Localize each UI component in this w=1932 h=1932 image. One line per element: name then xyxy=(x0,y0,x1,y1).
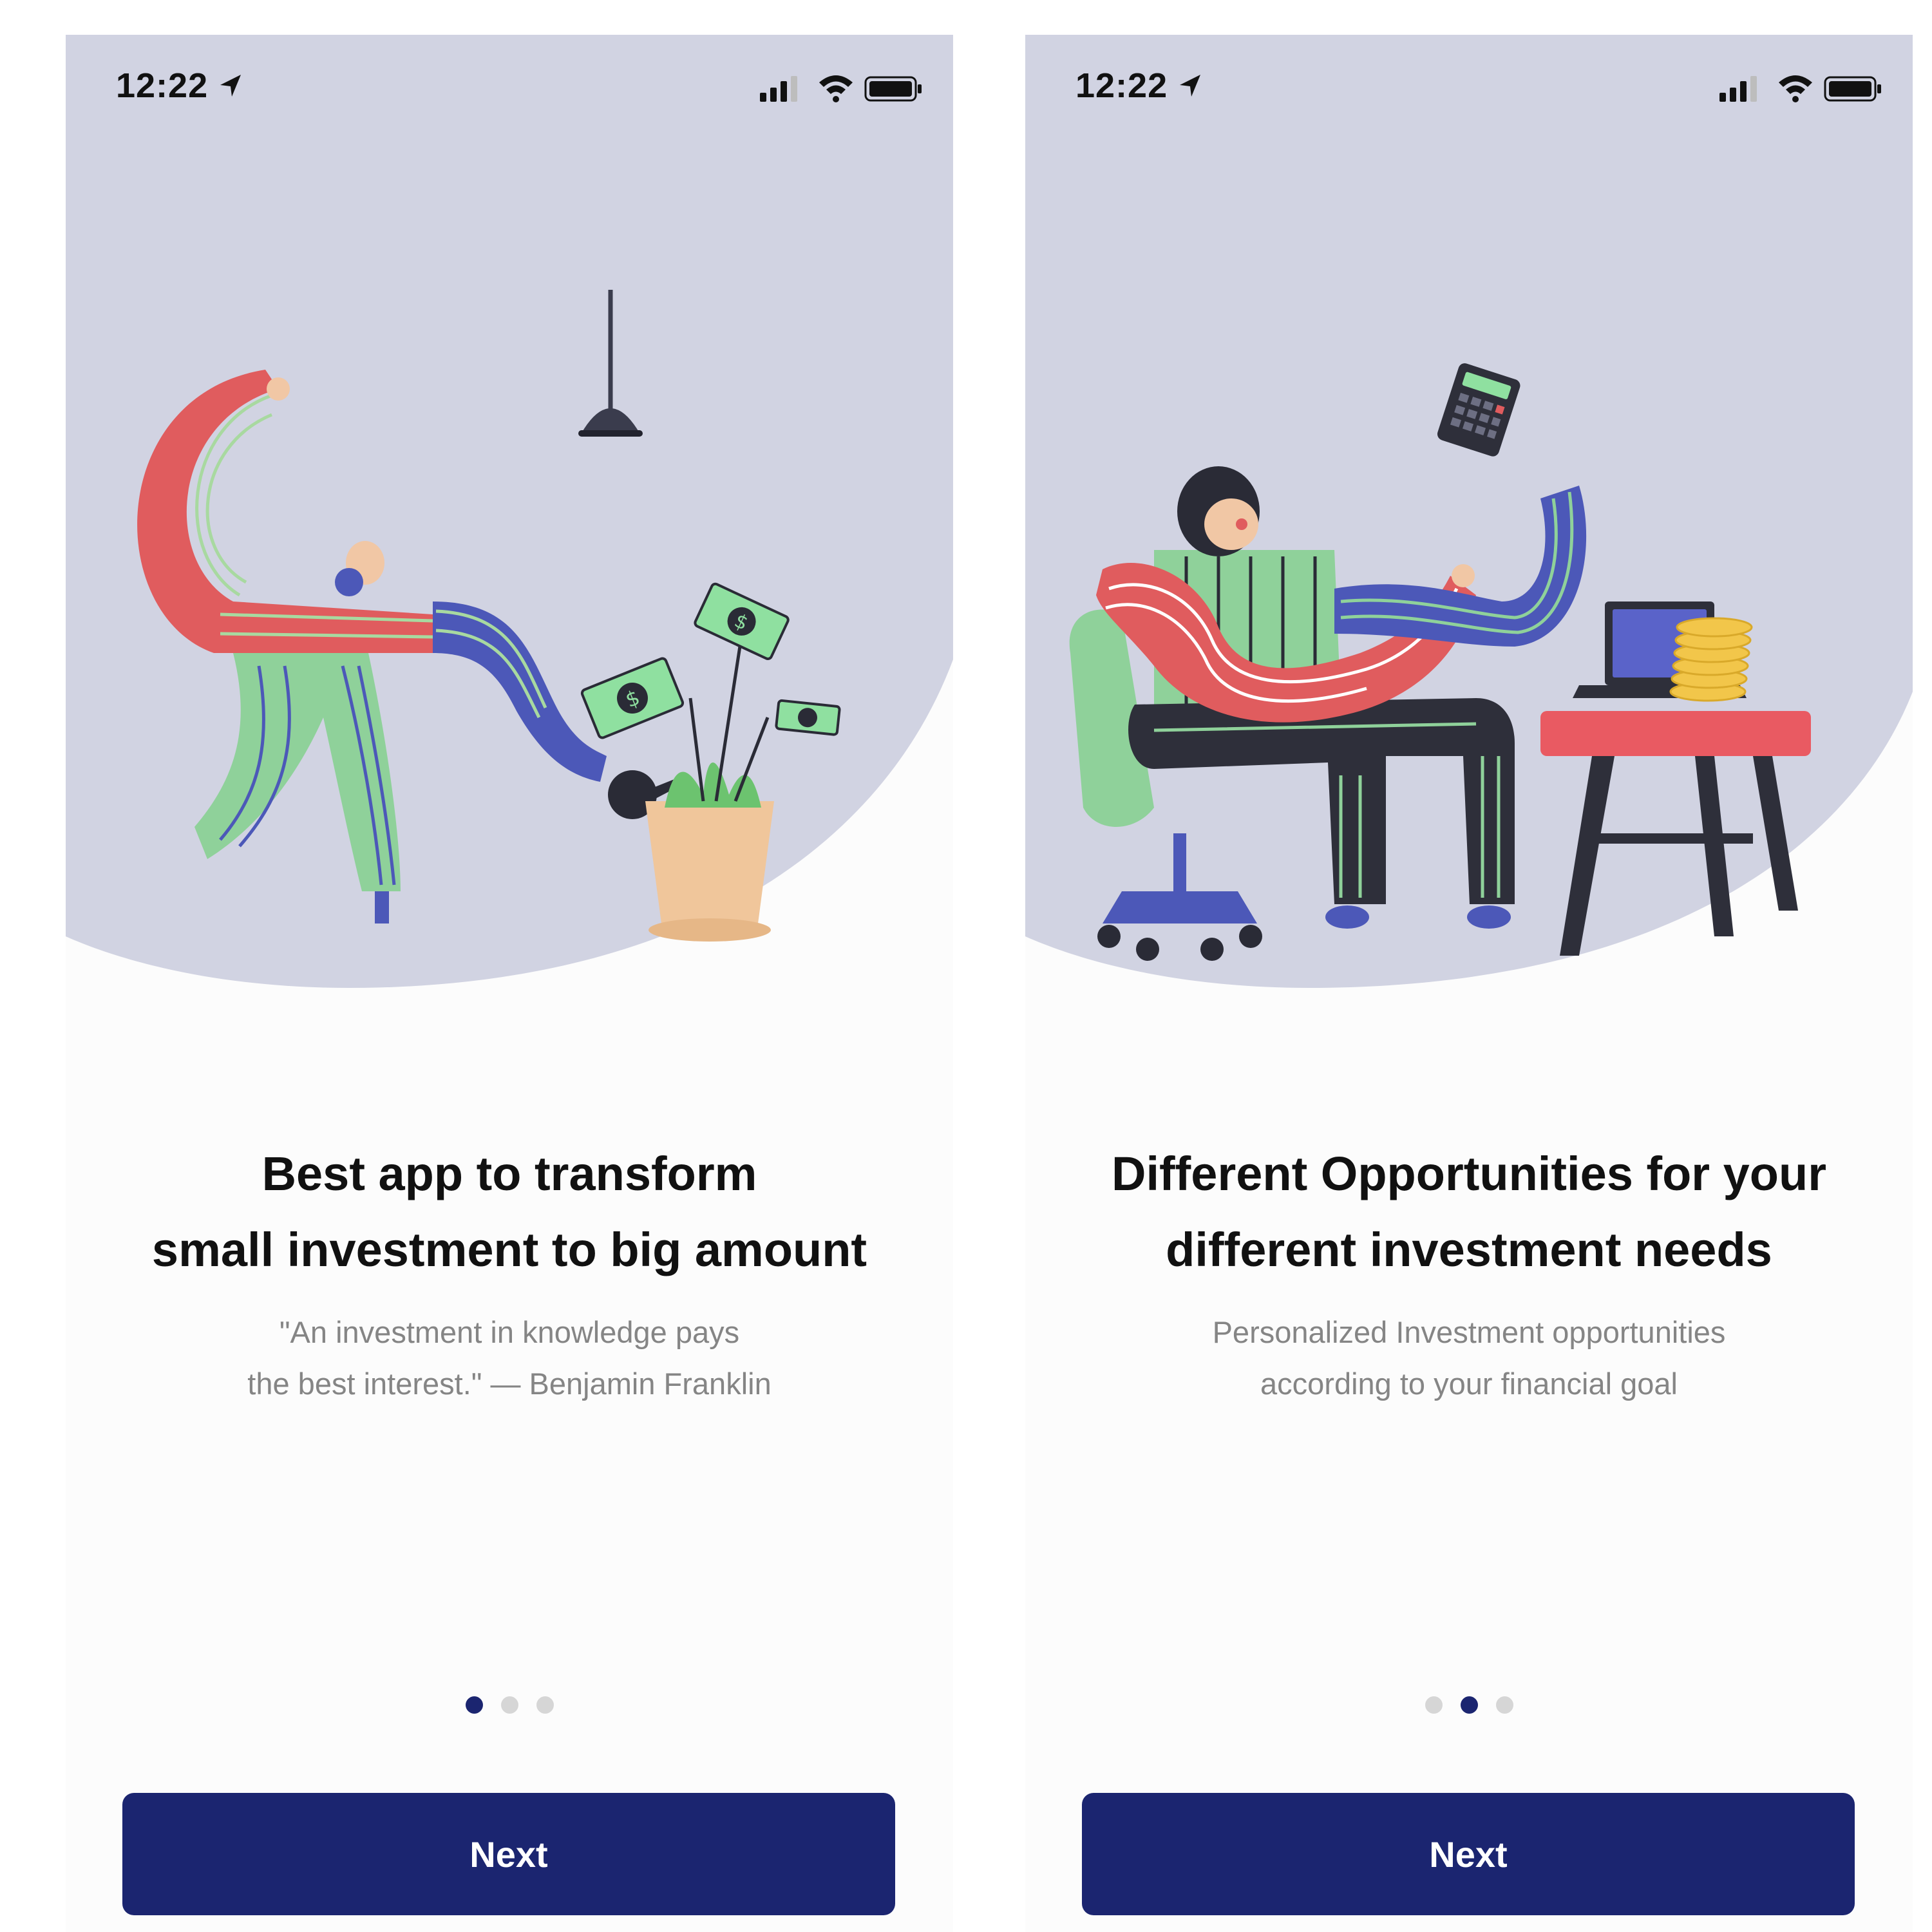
page-dot[interactable] xyxy=(536,1696,554,1714)
status-time: 12:22 xyxy=(1075,66,1168,105)
onboarding-screen-1: $ $ 12:22 Best app to transform small in… xyxy=(66,35,953,1932)
page-dot-active[interactable] xyxy=(1460,1696,1478,1714)
page-dot-active[interactable] xyxy=(465,1696,483,1714)
subtitle-line: Personalized Investment opportunities xyxy=(1212,1315,1726,1349)
status-bar: 12:22 xyxy=(66,35,953,138)
wifi-icon xyxy=(1779,75,1812,102)
money-plant-icon: $ $ xyxy=(580,582,841,942)
signal-icon xyxy=(1719,76,1757,102)
status-time: 12:22 xyxy=(116,66,209,105)
page-dot[interactable] xyxy=(500,1696,518,1714)
illustration-desk-calculator xyxy=(1069,363,1811,961)
ceiling-lamp-icon xyxy=(578,290,643,437)
figure-body xyxy=(137,370,607,923)
location-arrow-icon xyxy=(220,75,241,97)
status-bar: 12:22 xyxy=(1025,35,1913,138)
onboarding-title: Best app to transform small investment t… xyxy=(91,1136,927,1288)
onboarding-canvas: $ $ 12:22 Best app to transform small in… xyxy=(0,0,1932,1932)
next-button[interactable]: Next xyxy=(1082,1793,1855,1915)
title-line: Best app to transform xyxy=(261,1146,757,1200)
page-indicator xyxy=(66,1696,953,1716)
signal-icon xyxy=(760,76,797,102)
next-button[interactable]: Next xyxy=(122,1793,895,1915)
calculator-icon xyxy=(1437,363,1520,457)
onboarding-subtitle: "An investment in knowledge pays the bes… xyxy=(104,1307,914,1410)
subtitle-line: the best interest." — Benjamin Franklin xyxy=(247,1367,772,1401)
coin-stack-icon xyxy=(1669,617,1753,702)
title-line: Different Opportunities for your xyxy=(1112,1146,1826,1200)
page-dot[interactable] xyxy=(1495,1696,1513,1714)
battery-icon xyxy=(864,76,922,102)
location-arrow-icon xyxy=(1180,75,1200,97)
page-indicator xyxy=(1025,1696,1913,1716)
figure-body xyxy=(1096,466,1587,929)
desk-icon xyxy=(1540,711,1811,956)
subtitle-line: "An investment in knowledge pays xyxy=(279,1315,740,1349)
illustration-watering-money-plant: $ $ xyxy=(137,290,841,942)
onboarding-title: Different Opportunities for your differe… xyxy=(1051,1136,1887,1288)
onboarding-subtitle: Personalized Investment opportunities ac… xyxy=(1064,1307,1874,1410)
hero-area: 12:22 xyxy=(1025,35,1913,1027)
subtitle-line: according to your financial goal xyxy=(1260,1367,1678,1401)
title-line: small investment to big amount xyxy=(151,1222,867,1276)
title-line: different investment needs xyxy=(1166,1222,1772,1276)
battery-icon xyxy=(1824,76,1881,102)
status-icons xyxy=(760,75,922,102)
page-dot[interactable] xyxy=(1425,1696,1443,1714)
wifi-icon xyxy=(819,75,853,102)
status-icons xyxy=(1719,75,1881,102)
hero-area: $ $ 12:22 xyxy=(66,35,953,1027)
onboarding-screen-2: 12:22 Different Opportunities for your d… xyxy=(1025,35,1913,1932)
